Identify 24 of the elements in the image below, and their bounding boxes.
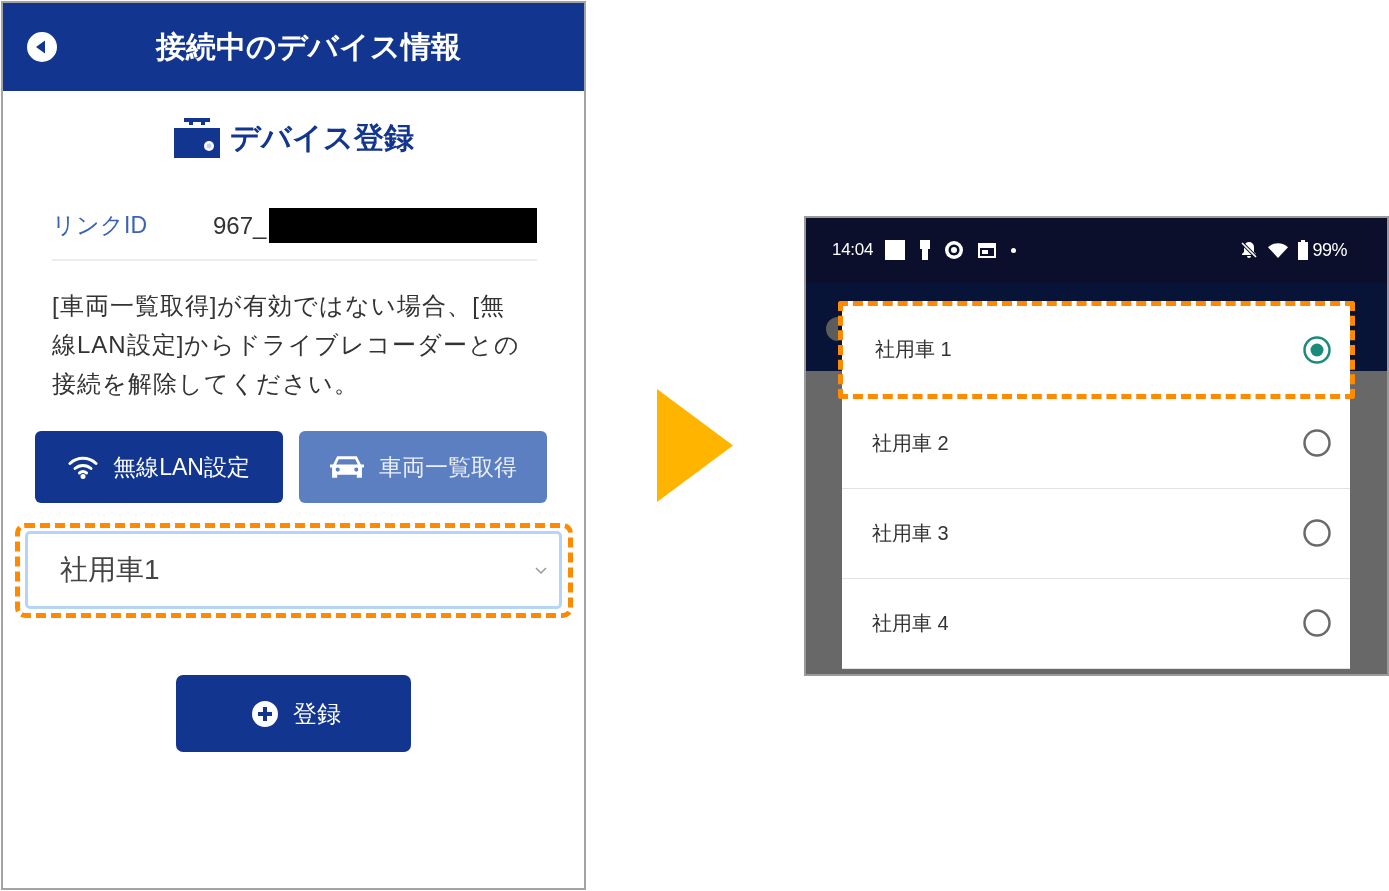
section-title: デバイス登録 xyxy=(229,120,414,156)
plug-icon xyxy=(920,240,931,260)
bell-off-icon xyxy=(1240,241,1259,259)
vehicle-select[interactable]: 社用車1 xyxy=(25,531,562,609)
wifi-icon xyxy=(1268,242,1289,258)
notice-text: [車両一覧取得]が有効ではない場合、[無線LAN設定]からドライブレコーダーとの接続を解除してください。 xyxy=(52,291,522,399)
square-icon xyxy=(885,240,906,260)
status-time: 14:04 xyxy=(832,240,874,260)
camera-icon xyxy=(173,118,220,158)
back-icon[interactable] xyxy=(27,32,57,62)
link-id-value: 967_ xyxy=(213,211,267,240)
wifi-icon xyxy=(68,455,99,479)
register-button[interactable]: 登録 xyxy=(176,675,411,752)
screen-title: 接続中のデバイス情報 xyxy=(154,28,462,65)
dot-icon xyxy=(1011,247,1017,253)
car-icon xyxy=(329,456,364,478)
chevron-down-icon xyxy=(535,566,547,574)
battery-icon xyxy=(1298,240,1309,260)
battery-percent: 99% xyxy=(1312,239,1347,261)
ring-icon xyxy=(945,241,964,259)
link-id-label: リンクID xyxy=(52,211,148,240)
triangle-arrow-icon xyxy=(657,389,733,502)
window-icon xyxy=(978,242,997,258)
action-button[interactable]: 無線LAN設定 xyxy=(35,431,283,503)
